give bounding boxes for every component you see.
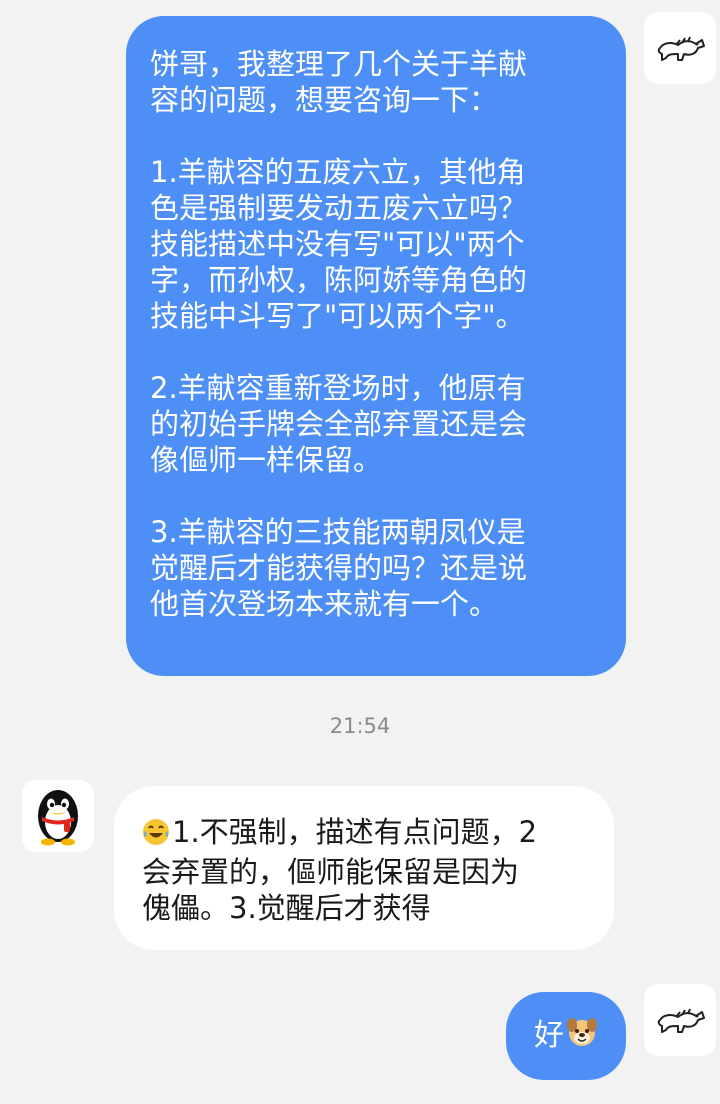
laughing-tears-emoji-icon [142,818,170,854]
message-paragraph: 饼哥，我整理了几个关于羊献 容的问题，想要咨询一下： [150,47,528,117]
incoming-message[interactable]: 1.不强制，描述有点问题，2 会弃置的，傴师能保留是因为 傀儡。3.觉醒后才获得 [114,786,614,950]
message-timestamp: 21:54 [329,714,391,738]
message-paragraph: 2.羊献容重新登场时，他原有 的初始手牌会全部弃置还是会 像傴师一样保留。 [150,371,528,477]
message-paragraph: 1.羊献容的五废六立，其他角 色是强制要发动五废六立吗？ 技能描述中没有写"可以… [150,155,528,333]
outgoing-message-2[interactable]: 好 [506,992,626,1080]
incoming-message-text: 1.不强制，描述有点问题，2 会弃置的，傴师能保留是因为 傀儡。3.觉醒后才获得 [142,815,538,925]
contact-avatar[interactable] [22,780,94,852]
message-paragraph: 3.羊献容的三技能两朝凤仪是 觉醒后才能获得的吗？还是说 他首次登场本来就有一个… [150,515,528,621]
outgoing-message-text: 好 [534,1018,564,1053]
horse-doodle-icon [657,36,705,61]
my-avatar[interactable] [644,12,716,84]
qq-penguin-icon [38,790,78,846]
dog-face-emoji-icon [566,1016,598,1057]
outgoing-message-1[interactable]: 饼哥，我整理了几个关于羊献 容的问题，想要咨询一下： 1.羊献容的五废六立，其他… [126,16,626,676]
my-avatar[interactable] [644,984,716,1056]
horse-doodle-icon [657,1008,705,1033]
